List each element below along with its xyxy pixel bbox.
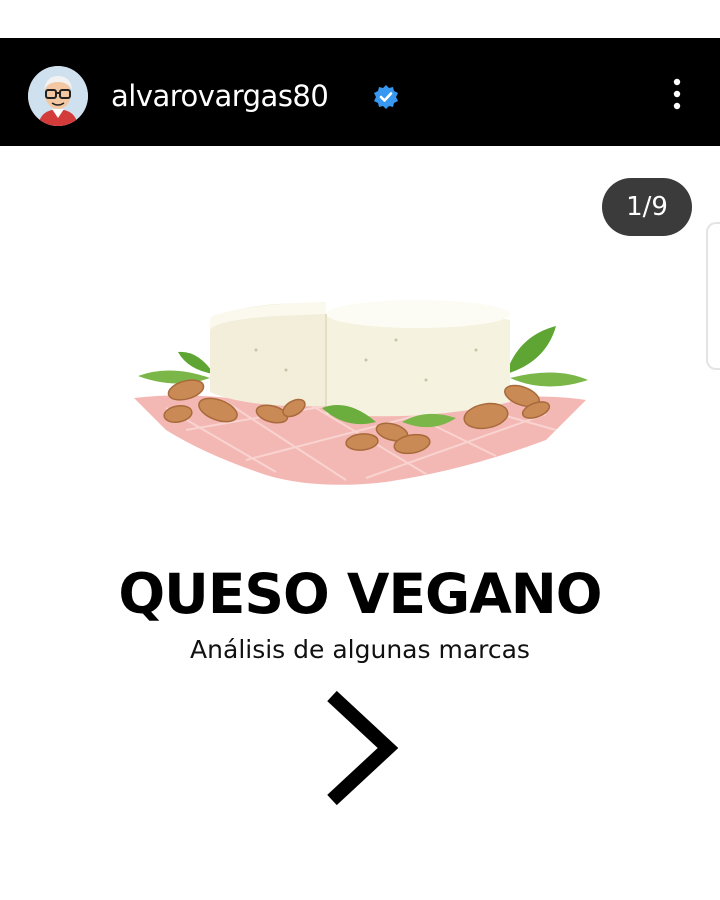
post-subtitle: Análisis de algunas marcas	[190, 635, 530, 664]
vegan-cheese-illustration	[134, 300, 588, 485]
story-viewer: alvarovargas80 1/9 QUESO VEGANO Análisis…	[0, 0, 720, 900]
more-vertical-icon[interactable]	[662, 74, 692, 114]
chevron-right-icon[interactable]	[320, 690, 400, 810]
avatar-portrait-icon	[28, 66, 88, 126]
scroll-handle[interactable]	[706, 222, 720, 370]
post-title: QUESO VEGANO	[118, 562, 602, 626]
story-header: alvarovargas80	[0, 38, 720, 146]
verified-badge-icon	[374, 85, 398, 109]
profile-avatar[interactable]	[28, 66, 88, 126]
slide-counter-badge: 1/9	[602, 178, 692, 236]
username-link[interactable]: alvarovargas80	[111, 76, 329, 116]
